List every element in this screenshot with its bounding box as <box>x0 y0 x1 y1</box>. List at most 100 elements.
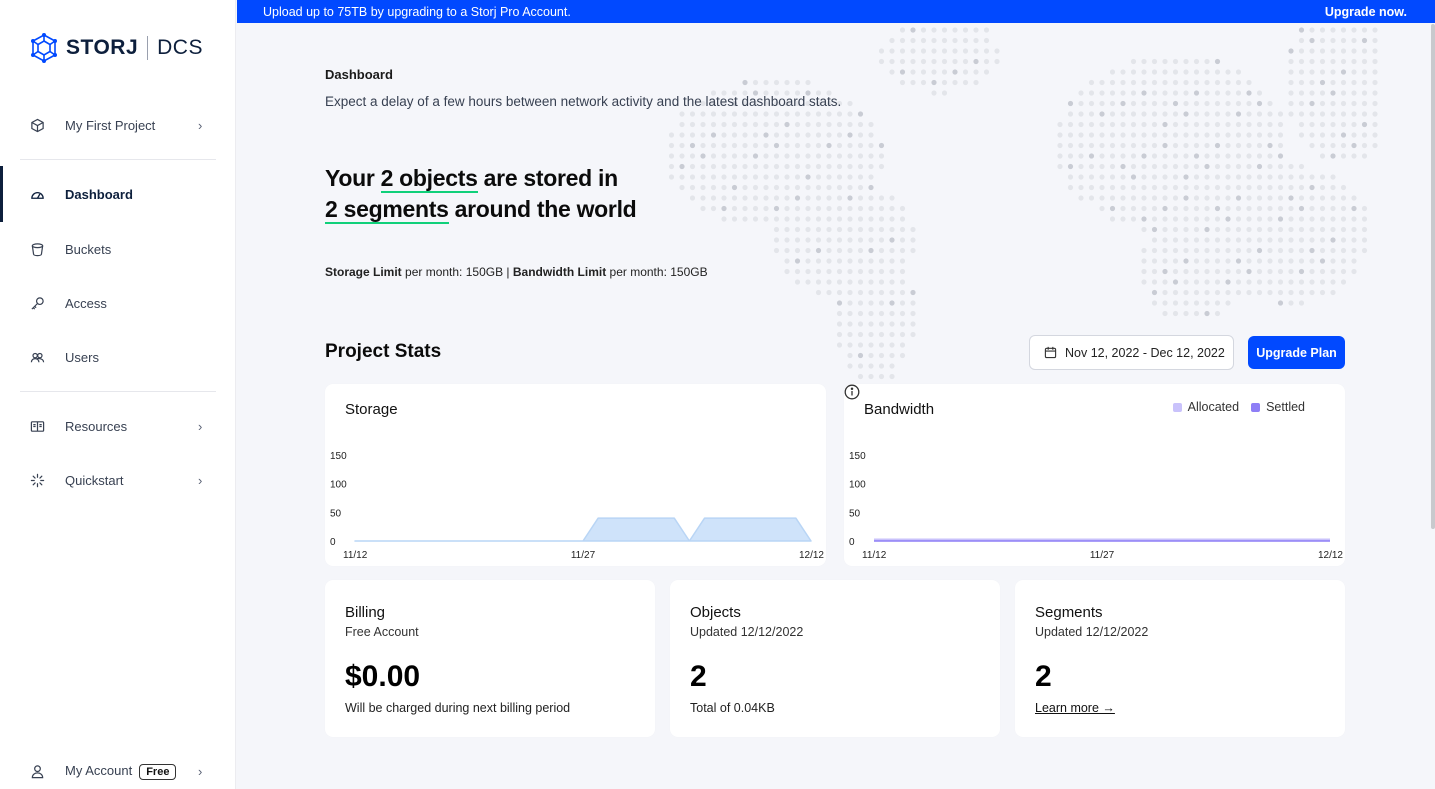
map-dot <box>1078 121 1084 128</box>
map-dot <box>1225 268 1231 275</box>
map-dot <box>1309 184 1315 191</box>
map-dot <box>941 69 948 75</box>
map-dot <box>952 48 958 54</box>
map-dot <box>878 268 885 275</box>
headline-text: are stored in <box>477 165 618 191</box>
map-dot <box>1151 216 1158 222</box>
sidebar-item-buckets[interactable]: Buckets <box>0 229 236 269</box>
map-dot <box>1267 268 1273 275</box>
map-dot <box>794 142 801 149</box>
project-selector[interactable]: My First Project › <box>0 105 236 145</box>
map-dot <box>983 58 990 65</box>
map-dot <box>1214 132 1221 138</box>
map-dot <box>910 48 916 54</box>
map-dot <box>1225 121 1231 128</box>
map-dot <box>1319 100 1326 107</box>
my-account-menu[interactable]: My Account Free › <box>0 751 236 789</box>
map-dot <box>1246 279 1252 285</box>
map-dot <box>1172 195 1179 201</box>
map-dot <box>731 184 738 191</box>
map-dot <box>1288 184 1294 191</box>
map-dot <box>1151 247 1158 254</box>
map-dot <box>1162 174 1168 180</box>
sidebar-item-resources[interactable]: Resources › <box>0 406 236 446</box>
map-dot <box>868 363 874 369</box>
map-dot <box>784 184 790 191</box>
map-dot <box>1172 121 1179 128</box>
map-dot <box>1319 216 1326 222</box>
map-dot <box>899 289 906 296</box>
map-dot <box>1256 163 1263 170</box>
learn-more-link[interactable]: Learn more → <box>1035 701 1115 715</box>
map-dot <box>899 58 906 65</box>
map-dot <box>1372 142 1378 149</box>
map-dot <box>1288 195 1294 201</box>
map-dot <box>847 363 853 369</box>
map-dot <box>1088 111 1095 117</box>
map-dot <box>1235 174 1242 180</box>
map-dot <box>1214 111 1221 117</box>
map-dot <box>826 268 832 275</box>
upgrade-now-link[interactable]: Upgrade now. <box>1325 5 1407 19</box>
map-dot <box>1288 69 1294 75</box>
map-dot <box>1225 90 1231 96</box>
map-dot <box>1235 195 1242 201</box>
map-dot <box>679 184 685 191</box>
map-dot <box>1172 205 1179 212</box>
map-dot <box>868 352 874 359</box>
map-dot <box>899 321 906 327</box>
map-dot <box>1067 121 1074 128</box>
map-dot <box>1309 58 1315 65</box>
map-dot <box>889 352 895 359</box>
billing-note: Will be charged during next billing peri… <box>345 701 571 715</box>
map-dot <box>931 90 937 96</box>
map-dot <box>1298 237 1305 243</box>
map-dot <box>742 121 748 128</box>
y-tick-label: 100 <box>849 480 866 491</box>
date-range-picker[interactable]: Nov 12, 2022 - Dec 12, 2022 <box>1029 335 1234 370</box>
map-dot <box>878 237 885 243</box>
map-dot <box>1099 163 1105 170</box>
map-dot <box>1214 100 1221 107</box>
storj-logo[interactable]: STORJ DCS <box>30 32 203 64</box>
map-dot <box>731 132 738 138</box>
map-dot <box>1204 268 1210 275</box>
map-dot <box>1256 121 1263 128</box>
map-dot <box>1330 153 1336 159</box>
map-dot <box>742 79 748 86</box>
map-dot <box>899 69 906 75</box>
sidebar-item-access[interactable]: Access <box>0 283 236 323</box>
map-dot <box>1151 121 1158 128</box>
storj-logo-icon <box>31 33 57 63</box>
map-dot <box>1319 247 1326 254</box>
sidebar-item-dashboard[interactable]: Dashboard <box>0 166 236 222</box>
map-dot <box>857 373 864 380</box>
map-dot <box>889 69 895 75</box>
project-stats-title: Project Stats <box>325 341 442 362</box>
scrollbar[interactable] <box>1431 24 1435 529</box>
map-dot <box>1372 79 1378 86</box>
map-dot <box>721 216 727 222</box>
map-dot <box>1277 216 1284 222</box>
sidebar-item-quickstart[interactable]: Quickstart › <box>0 460 236 500</box>
map-dot <box>1319 142 1326 149</box>
map-dot <box>1351 268 1357 275</box>
map-dot <box>1078 153 1084 159</box>
map-dot <box>878 153 885 159</box>
sidebar-item-users[interactable]: Users <box>0 337 236 377</box>
map-dot <box>1151 58 1158 65</box>
map-dot <box>721 195 727 201</box>
map-dot <box>1120 79 1126 86</box>
map-dot <box>847 153 853 159</box>
upgrade-plan-button[interactable]: Upgrade Plan <box>1248 336 1345 369</box>
map-dot <box>805 237 811 243</box>
map-dot <box>773 132 780 138</box>
map-dot <box>805 195 811 201</box>
map-dot <box>1319 226 1326 233</box>
map-dot <box>742 142 748 149</box>
map-dot <box>826 153 832 159</box>
map-dot <box>679 111 685 117</box>
map-dot <box>1361 216 1368 222</box>
map-dot <box>815 195 822 201</box>
map-dot <box>1298 79 1305 86</box>
